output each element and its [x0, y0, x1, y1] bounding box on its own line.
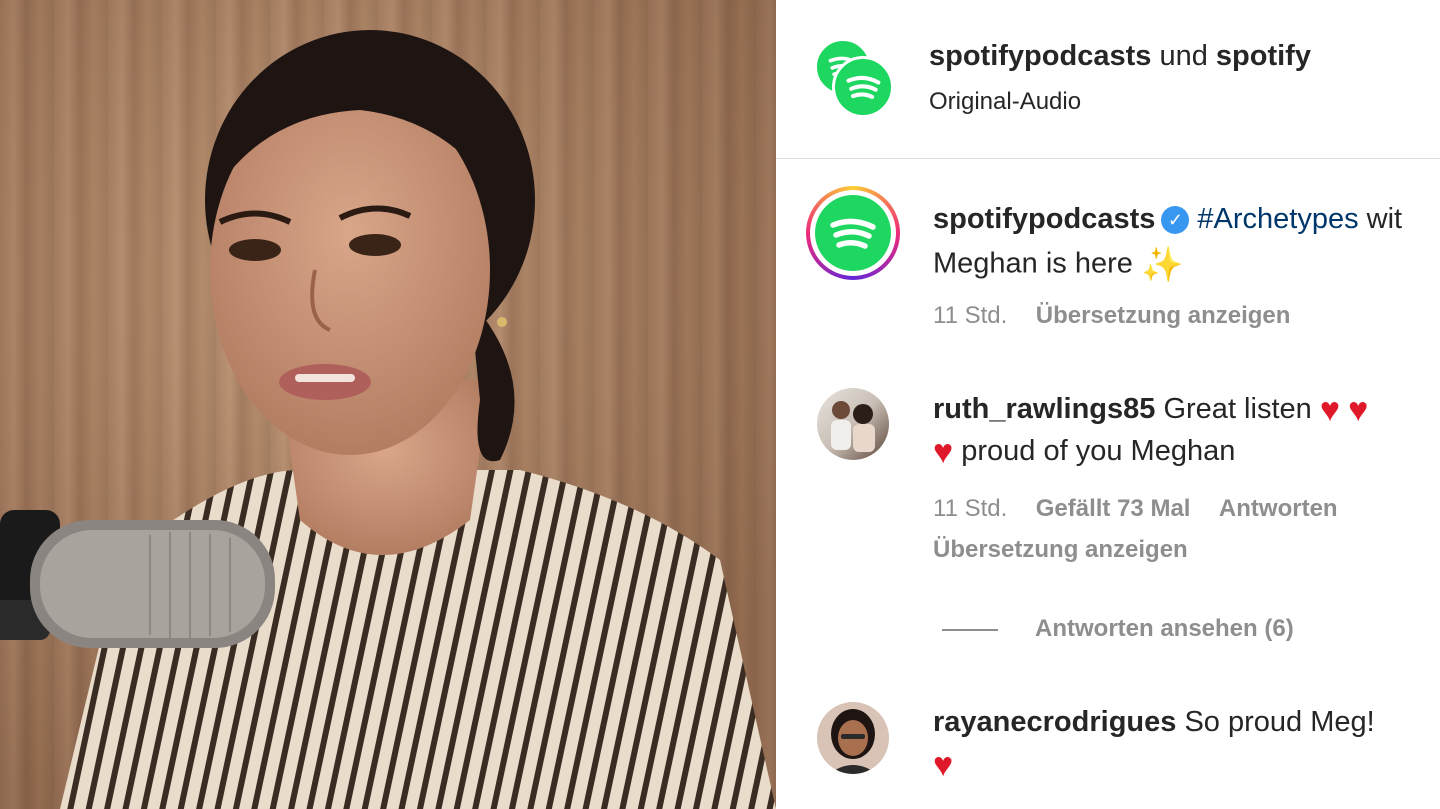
header-avatar-stack[interactable]: [814, 38, 894, 118]
red-heart-emoji-icon: ♥: [1348, 391, 1369, 430]
caption-line-2: Meghan is here ✨: [933, 245, 1183, 285]
comment-avatar[interactable]: [817, 388, 889, 460]
caption-time[interactable]: 11 Std.: [933, 302, 1007, 329]
post-sidebar: spotifypodcasts und spotify Original-Aud…: [776, 0, 1440, 809]
caption-translate-button[interactable]: Übersetzung anzeigen: [1036, 302, 1291, 329]
header-account-primary[interactable]: spotifypodcasts: [929, 40, 1151, 72]
audio-label[interactable]: Original-Audio: [929, 88, 1081, 116]
comment-text: Great listen: [1163, 393, 1312, 425]
comment-text: So proud Meg!: [1184, 706, 1375, 738]
comment-text-line-2: proud of you Meghan: [961, 435, 1236, 467]
comment-time[interactable]: 11 Std.: [933, 495, 1007, 522]
comment-likes[interactable]: Gefällt 73 Mal: [1036, 495, 1191, 522]
comment-translate-row: Übersetzung anzeigen: [933, 536, 1188, 564]
video-frame[interactable]: [0, 0, 776, 809]
caption-line-1: spotifypodcasts ✓ #Archetypes wit: [933, 203, 1402, 236]
caption-text: Meghan is here: [933, 247, 1133, 280]
caption-text-tail: wit: [1366, 203, 1403, 235]
header-divider: [776, 158, 1440, 159]
comment-translate-button[interactable]: Übersetzung anzeigen: [933, 536, 1188, 563]
red-heart-emoji-icon: ♥: [933, 433, 954, 472]
comment-line-1: ruth_rawlings85 Great listen ♥ ♥: [933, 393, 1368, 427]
comment-line-2: ♥: [933, 748, 953, 782]
red-heart-emoji-icon: ♥: [1319, 391, 1341, 430]
caption-hashtag[interactable]: #Archetypes: [1197, 203, 1358, 235]
red-heart-emoji-icon: ♥: [933, 746, 954, 785]
header-conjunction: und: [1159, 40, 1208, 72]
view-replies-button[interactable]: Antworten ansehen (6): [1035, 615, 1294, 642]
comment-meta: 11 Std. Gefällt 73 Mal Antworten: [933, 495, 1338, 523]
comment-username[interactable]: rayanecrodrigues: [933, 706, 1176, 738]
video-subject-illustration: [0, 30, 776, 809]
caption-avatar[interactable]: [806, 186, 900, 280]
verified-badge-icon: ✓: [1161, 206, 1190, 235]
comment-line-1: rayanecrodrigues So proud Meg!: [933, 706, 1375, 739]
comment-username[interactable]: ruth_rawlings85: [933, 393, 1155, 425]
comment-line-2: ♥ proud of you Meghan: [933, 435, 1235, 469]
header-accounts: spotifypodcasts und spotify: [929, 40, 1311, 73]
sparkles-emoji-icon: ✨: [1140, 246, 1184, 284]
header-account-secondary[interactable]: spotify: [1216, 40, 1311, 72]
view-replies-row: Antworten ansehen (6): [1035, 615, 1294, 643]
spotify-logo-icon: [815, 195, 891, 271]
caption-meta: 11 Std. Übersetzung anzeigen: [933, 302, 1290, 330]
comment-reply-button[interactable]: Antworten: [1219, 495, 1338, 522]
comment-avatar[interactable]: [817, 702, 889, 774]
replies-divider: [942, 629, 998, 631]
caption-username[interactable]: spotifypodcasts: [933, 203, 1155, 235]
spotify-logo-icon: [832, 56, 894, 118]
